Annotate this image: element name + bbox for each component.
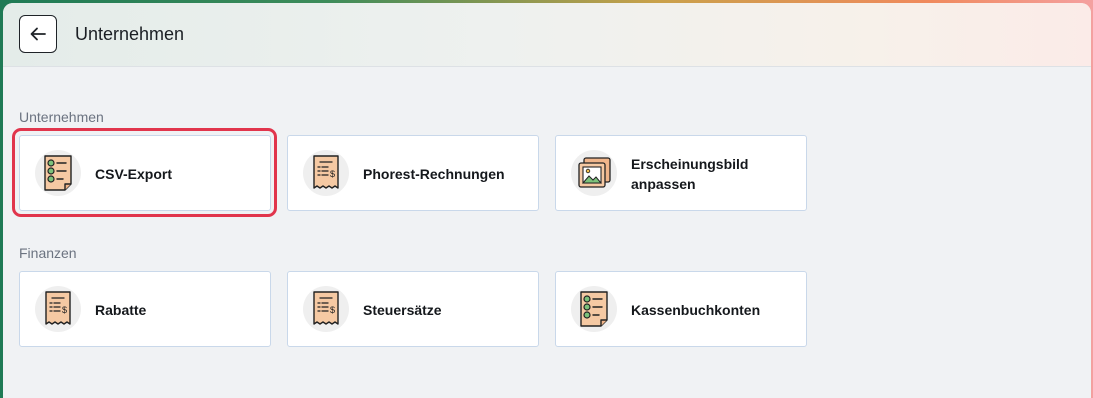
receipt-icon: $: [303, 286, 349, 332]
svg-text:$: $: [330, 305, 335, 315]
back-button[interactable]: [19, 15, 57, 53]
card-phorest-rechnungen[interactable]: $ Phorest-Rechnungen: [287, 135, 539, 211]
card-label: Steuersätze: [363, 302, 442, 318]
card-label: Rabatte: [95, 302, 147, 318]
card-label: Kassenbuchkonten: [631, 302, 761, 318]
picture-icon: [571, 150, 617, 196]
checklist-icon: [35, 150, 81, 196]
card-label: CSV-Export: [95, 166, 173, 182]
card-kassenbuchkonten[interactable]: Kassenbuchkonten: [555, 271, 807, 347]
card-label: Erscheinungsbild anpassen: [631, 156, 749, 192]
svg-text:$: $: [330, 169, 335, 179]
page-header: Unternehmen: [3, 3, 1091, 67]
section-label-unternehmen: Unternehmen: [19, 109, 104, 125]
checklist-icon: [571, 286, 617, 332]
app-window: Unternehmen Unternehmen CSV-Export $ Pho: [3, 3, 1091, 398]
card-erscheinungsbild-anpassen[interactable]: Erscheinungsbild anpassen: [555, 135, 807, 211]
card-steuersaetze[interactable]: $ Steuersätze: [287, 271, 539, 347]
receipt-icon: $: [303, 150, 349, 196]
card-label: Phorest-Rechnungen: [363, 166, 505, 182]
card-rabatte[interactable]: $ Rabatte: [19, 271, 271, 347]
card-csv-export[interactable]: CSV-Export: [19, 135, 271, 211]
section-label-finanzen: Finanzen: [19, 245, 77, 261]
page-title: Unternehmen: [75, 24, 185, 44]
svg-text:$: $: [62, 305, 67, 315]
arrow-left-icon: [30, 27, 46, 41]
receipt-icon: $: [35, 286, 81, 332]
